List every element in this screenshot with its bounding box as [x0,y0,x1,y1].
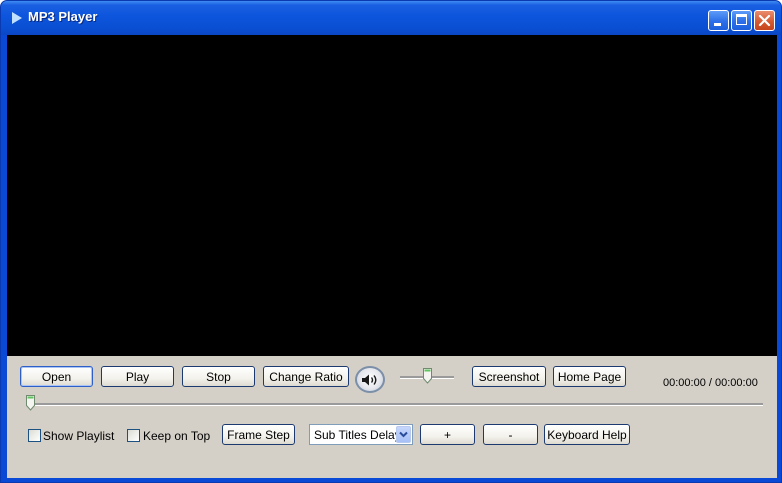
show-playlist-checkbox[interactable] [28,429,41,442]
subtitles-delay-select[interactable]: Sub Titles Delay [309,424,413,445]
frame-step-button[interactable]: Frame Step [222,424,295,445]
close-icon [758,14,771,27]
seek-slider-track[interactable] [30,403,763,406]
maximize-button[interactable] [731,10,752,31]
chevron-down-icon[interactable] [396,426,411,443]
app-window: MP3 Player Open Play Stop Change Ratio S… [0,0,782,483]
keyboard-help-button[interactable]: Keyboard Help [544,424,630,445]
minimize-icon [714,23,721,26]
speaker-icon [362,374,377,385]
keep-on-top-label[interactable]: Keep on Top [143,429,210,443]
seek-slider-thumb[interactable] [25,395,35,411]
screenshot-button[interactable]: Screenshot [472,366,546,387]
time-display: 00:00:00 / 00:00:00 [663,377,758,389]
keep-on-top-checkbox[interactable] [127,429,140,442]
open-button[interactable]: Open [20,366,93,387]
close-button[interactable] [754,10,775,31]
subtitle-delay-minus-button[interactable]: - [483,424,538,445]
stop-button[interactable]: Stop [182,366,255,387]
video-display[interactable] [7,35,777,356]
show-playlist-label[interactable]: Show Playlist [43,429,114,443]
subtitles-delay-value: Sub Titles Delay [314,428,401,442]
play-arrow-icon [12,12,22,24]
mute-button[interactable] [355,366,385,393]
change-ratio-button[interactable]: Change Ratio [263,366,349,387]
title-bar[interactable]: MP3 Player [1,1,781,35]
home-page-button[interactable]: Home Page [553,366,626,387]
window-title: MP3 Player [28,9,98,24]
subtitle-delay-plus-button[interactable]: + [420,424,475,445]
maximize-icon [736,14,747,25]
play-button[interactable]: Play [101,366,174,387]
minimize-button[interactable] [708,10,729,31]
control-panel: Open Play Stop Change Ratio Screenshot H… [7,356,777,478]
volume-slider-thumb[interactable] [422,368,432,384]
